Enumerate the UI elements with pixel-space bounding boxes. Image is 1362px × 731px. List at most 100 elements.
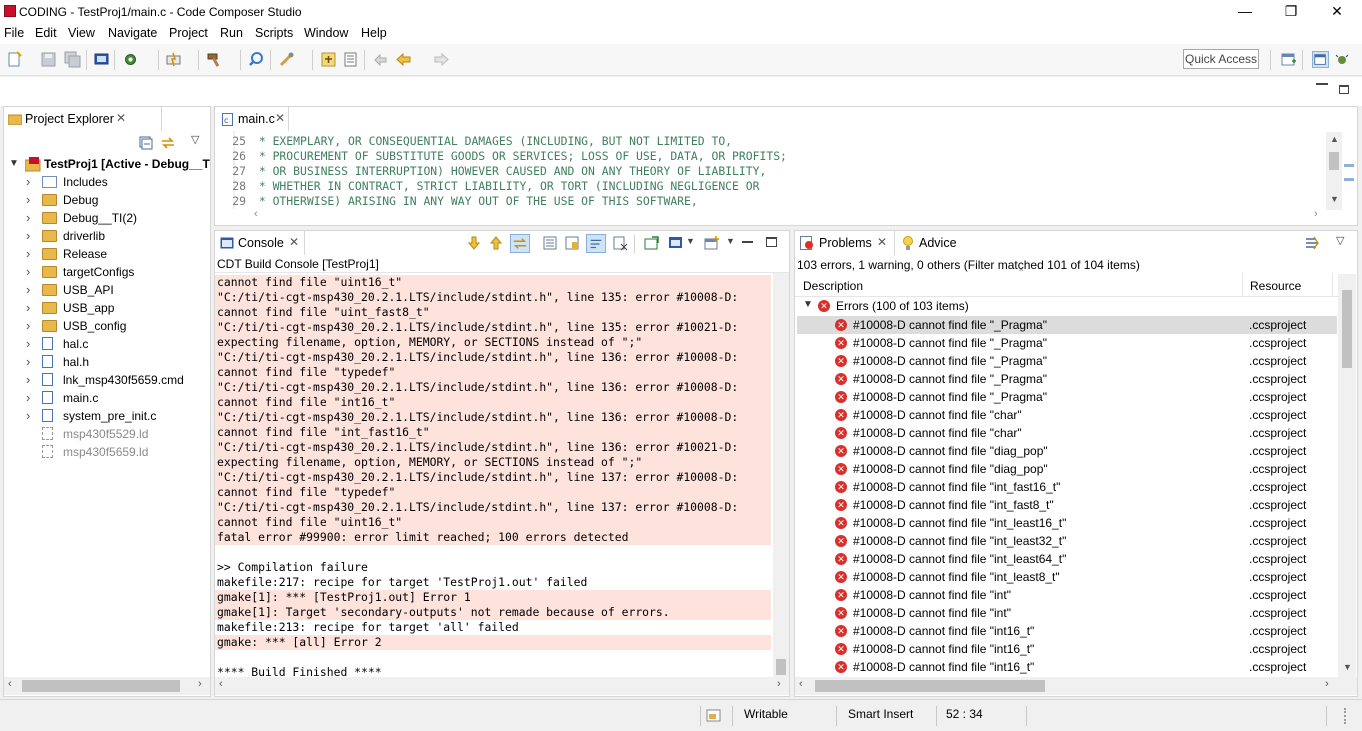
restore-button[interactable]: ❐ [1268, 0, 1314, 24]
vscroll-thumb[interactable] [776, 659, 786, 675]
new-console-icon[interactable] [704, 235, 720, 251]
problem-row[interactable]: ✕ #10008-D cannot find file "_Pragma" .ccs… [797, 334, 1337, 352]
problem-row[interactable]: ✕ #10008-D cannot find file "int16_t" .ccs… [797, 640, 1337, 658]
display-console-icon[interactable] [644, 235, 660, 251]
problem-row[interactable]: ✕ #10008-D cannot find file "int16_t" .ccs… [797, 658, 1337, 676]
scroll-left-icon[interactable]: ‹ [219, 678, 223, 690]
tree-item[interactable]: › USB_API [4, 281, 210, 299]
clear-console-icon[interactable] [542, 235, 558, 251]
chevron-right-icon[interactable]: › [26, 209, 30, 227]
problem-row[interactable]: ✕ #10008-D cannot find file "int_least64_… [797, 550, 1337, 568]
tree-item[interactable]: › hal.h [4, 353, 210, 371]
open-perspective-icon[interactable] [1280, 51, 1297, 68]
problem-row[interactable]: ✕ #10008-D cannot find file "int_least8_t… [797, 568, 1337, 586]
tree-item[interactable]: › driverlib [4, 227, 210, 245]
hscroll-thumb[interactable] [22, 680, 180, 692]
tree-item[interactable]: › lnk_msp430f5659.cmd [4, 371, 210, 389]
open-type-icon[interactable] [320, 51, 337, 68]
view-menu-chevron-icon[interactable]: ▽ [191, 133, 199, 146]
close-icon[interactable]: ✕ [275, 111, 285, 125]
problem-row[interactable]: ✕ #10008-D cannot find file "int" .ccsproj… [797, 604, 1337, 622]
advice-tab[interactable]: Advice [897, 231, 967, 255]
editor-vscroll[interactable]: ▲ ▼ [1326, 132, 1342, 210]
scroll-right-icon[interactable]: › [777, 678, 781, 690]
problem-row[interactable]: ✕ #10008-D cannot find file "_Pragma" .ccs… [797, 352, 1337, 370]
problem-row[interactable]: ✕ #10008-D cannot find file "int_fast16_t… [797, 478, 1337, 496]
column-description[interactable]: Description [803, 279, 863, 293]
editor-tab-main-c[interactable]: c main.c ✕ [215, 107, 289, 131]
chevron-right-icon[interactable]: › [26, 407, 30, 425]
word-wrap-icon[interactable] [586, 234, 606, 253]
chevron-right-icon[interactable]: › [26, 191, 30, 209]
problem-row[interactable]: ✕ #10008-D cannot find file "_Pragma" .ccs… [797, 388, 1337, 406]
problem-row[interactable]: ✕ #10008-D cannot find file "int_least16_… [797, 514, 1337, 532]
close-icon[interactable]: ✕ [877, 235, 887, 249]
editor-hscroll[interactable]: ‹ › [252, 208, 1326, 223]
problems-hscroll[interactable]: ‹ › [795, 677, 1357, 695]
tree-item[interactable]: › main.c [4, 389, 210, 407]
previous-error-icon[interactable] [488, 235, 504, 251]
tree-item[interactable]: › Debug [4, 191, 210, 209]
console-hscroll[interactable]: ‹ › [215, 677, 789, 695]
menu-file[interactable]: File [4, 26, 24, 40]
problem-row[interactable]: ✕ #10008-D cannot find file "int16_t" .ccs… [797, 622, 1337, 640]
project-explorer-tab[interactable]: Project Explorer ✕ [4, 107, 162, 131]
tree-project-row[interactable]: ▼ TestProj1 [Active - Debug__TI] [4, 155, 210, 173]
back-arrow-icon[interactable] [395, 51, 412, 68]
errors-group-row[interactable]: ▼ ✕ Errors (100 of 103 items) [795, 297, 1338, 315]
chevron-right-icon[interactable]: › [26, 353, 30, 371]
pin-console-icon[interactable] [612, 235, 628, 251]
overview-marker[interactable] [1344, 164, 1354, 167]
link-with-editor-icon[interactable] [510, 234, 530, 253]
tree-item[interactable]: msp430f5659.ld [4, 443, 210, 461]
menu-navigate[interactable]: Navigate [108, 26, 157, 40]
menu-project[interactable]: Project [169, 26, 208, 40]
problem-row[interactable]: ✕ #10008-D cannot find file "char" .ccspro… [797, 424, 1337, 442]
chevron-right-icon[interactable]: › [26, 317, 30, 335]
tree-item[interactable]: › targetConfigs [4, 263, 210, 281]
chevron-right-icon[interactable]: › [26, 335, 30, 353]
overview-marker[interactable] [1344, 178, 1354, 181]
vscroll-thumb[interactable] [1342, 290, 1352, 368]
menu-window[interactable]: Window [304, 26, 348, 40]
menu-run[interactable]: Run [220, 26, 243, 40]
close-icon[interactable]: ✕ [116, 111, 126, 125]
menu-edit[interactable]: Edit [35, 26, 57, 40]
new-icon[interactable] [6, 51, 23, 68]
close-icon[interactable]: ✕ [289, 235, 299, 249]
problems-tab[interactable]: Problems ✕ [795, 231, 895, 255]
scroll-left-icon[interactable]: ‹ [254, 208, 258, 220]
problem-row[interactable]: ✕ #10008-D cannot find file "_Pragma" .ccs… [797, 370, 1337, 388]
column-resource[interactable]: Resource [1250, 279, 1301, 293]
project-explorer-hscroll[interactable]: ‹ › [4, 677, 210, 695]
console-vscroll[interactable] [773, 273, 789, 677]
scroll-right-icon[interactable]: › [1314, 208, 1318, 220]
problems-vscroll[interactable]: ▼ [1338, 274, 1356, 678]
tree-item[interactable]: › hal.c [4, 335, 210, 353]
chevron-right-icon[interactable]: › [26, 371, 30, 389]
tree-item[interactable]: › USB_config [4, 317, 210, 335]
task-status-icon[interactable] [706, 707, 722, 723]
chevron-down-icon[interactable]: ▼ [726, 236, 735, 246]
problem-row[interactable]: ✕ #10008-D cannot find file "_Pragma" .ccs… [797, 316, 1337, 334]
scroll-up-icon[interactable]: ▲ [1330, 134, 1339, 144]
scroll-left-icon[interactable]: ‹ [8, 678, 12, 690]
chevron-down-icon[interactable]: ▼ [686, 236, 695, 246]
focus-on-active-task-icon[interactable] [1304, 235, 1320, 251]
chevron-down-icon[interactable]: ▼ [9, 155, 19, 173]
vscroll-thumb[interactable] [1329, 152, 1339, 170]
status-resize-grip[interactable] [1344, 708, 1346, 724]
menu-scripts[interactable]: Scripts [255, 26, 293, 40]
debug-perspective-icon[interactable] [1334, 51, 1351, 68]
terminal-icon[interactable] [93, 51, 110, 68]
problem-row[interactable]: ✕ #10008-D cannot find file "int_fast8_t"… [797, 496, 1337, 514]
tree-item[interactable]: msp430f5529.ld [4, 425, 210, 443]
collapse-all-icon[interactable] [139, 136, 153, 150]
search-icon[interactable] [248, 51, 265, 68]
chevron-right-icon[interactable]: › [26, 389, 30, 407]
scroll-down-icon[interactable]: ▼ [1330, 194, 1339, 204]
save-all-icon[interactable] [64, 51, 81, 68]
problem-row[interactable]: ✕ #10008-D cannot find file "diag_pop" .cc… [797, 442, 1337, 460]
chevron-right-icon[interactable]: › [26, 299, 30, 317]
tree-item[interactable]: › Includes [4, 173, 210, 191]
